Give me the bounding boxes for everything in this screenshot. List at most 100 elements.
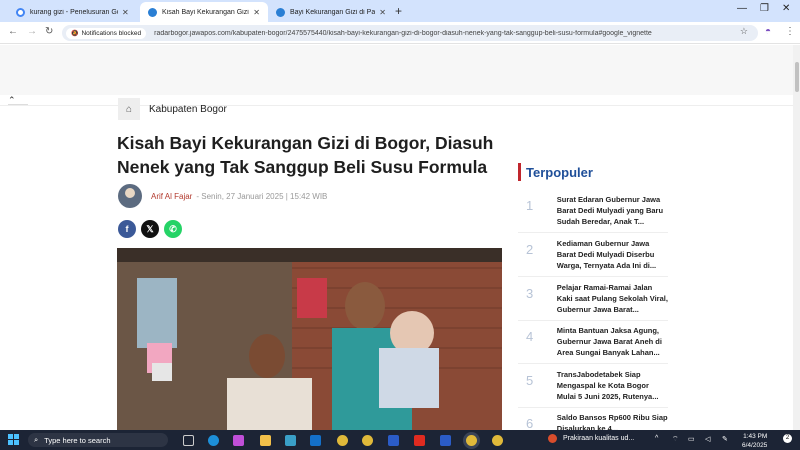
breadcrumb: ⌂ Kabupaten Bogor	[118, 98, 227, 120]
tab-article-active[interactable]: Kisah Bayi Kekurangan Gizi di B ✕	[140, 2, 268, 22]
weather-icon	[548, 434, 557, 443]
popular-headline[interactable]: Minta Bantuan Jaksa Agung, Gubernur Jawa…	[557, 325, 668, 358]
popular-headline[interactable]: TransJabodetabek Siap Mengaspal ke Kota …	[557, 369, 668, 402]
youtube-icon[interactable]	[414, 435, 425, 446]
divider	[518, 276, 668, 277]
tab-google-search[interactable]: kurang gizi - Penelusuran Goog ✕	[8, 2, 140, 22]
new-tab-button[interactable]: +	[395, 4, 402, 18]
whatsapp-share-icon[interactable]: ✆	[164, 220, 182, 238]
windows-start-icon[interactable]	[8, 434, 20, 446]
taskbar-search-input[interactable]: ⌕ Type here to search	[28, 433, 168, 447]
tab-label: Bayi Kekurangan Gizi di Parung	[290, 8, 376, 16]
chrome-active-icon[interactable]	[466, 435, 477, 446]
tab-label: Kisah Bayi Kekurangan Gizi di B	[162, 8, 249, 16]
close-icon[interactable]: ✕	[122, 8, 129, 17]
edge-icon[interactable]	[208, 435, 219, 446]
heading-accent	[518, 163, 521, 181]
popular-rank: 5	[526, 373, 534, 388]
close-icon[interactable]: ✕	[253, 8, 260, 17]
divider	[518, 363, 668, 364]
popular-item[interactable]: 3 Pelajar Ramai-Ramai Jalan Kaki saat Pu…	[518, 282, 668, 315]
reload-button[interactable]: ↻	[45, 26, 53, 37]
popular-item[interactable]: 1 Surat Edaran Gubernur Jawa Barat Dedi …	[518, 194, 668, 227]
copilot-icon[interactable]	[233, 435, 244, 446]
close-icon[interactable]: ✕	[379, 8, 386, 17]
divider	[518, 320, 668, 321]
clock-date: 6/4/2025	[742, 442, 768, 449]
outlook-icon[interactable]	[310, 435, 321, 446]
popular-headline[interactable]: Pelajar Ramai-Ramai Jalan Kaki saat Pula…	[557, 282, 668, 315]
popular-heading: Terpopuler	[518, 163, 593, 181]
maximize-button[interactable]: ❐	[760, 3, 769, 14]
divider	[518, 407, 668, 408]
address-bar[interactable]: 🔕 Notifications blocked radarbogor.jawap…	[62, 25, 758, 41]
menu-icon[interactable]: ⋮	[785, 26, 795, 37]
popular-item[interactable]: 4 Minta Bantuan Jaksa Agung, Gubernur Ja…	[518, 325, 668, 358]
weather-widget[interactable]: Prakiraan kualitas ud...	[548, 434, 634, 443]
popular-headline[interactable]: Surat Edaran Gubernur Jawa Barat Dedi Mu…	[557, 194, 668, 227]
popular-rank: 6	[526, 416, 534, 430]
site-icon	[148, 7, 157, 17]
zoom-icon[interactable]	[388, 435, 399, 446]
clock-time: 1:43 PM	[743, 433, 768, 440]
profile-icon[interactable]: ◓	[765, 26, 771, 37]
popular-rank: 1	[526, 198, 534, 213]
notifications-blocked-chip[interactable]: 🔕 Notifications blocked	[66, 27, 147, 39]
search-icon: ⌕	[34, 435, 39, 444]
collapse-ad-button[interactable]: ⌃	[8, 95, 28, 105]
minimize-button[interactable]: —	[737, 3, 747, 14]
wifi-icon[interactable]: ⌔	[672, 435, 679, 444]
author-name[interactable]: Arif Al Fajar	[151, 192, 192, 201]
popular-item[interactable]: 2 Kediaman Gubernur Jawa Barat Dedi Muly…	[518, 238, 668, 271]
x-share-icon[interactable]: 𝕏	[141, 220, 159, 238]
popular-title: Terpopuler	[526, 164, 593, 180]
bookmark-star-icon[interactable]: ☆	[740, 26, 748, 37]
tray-chevron-icon[interactable]: ^	[655, 435, 658, 442]
publish-date: - Senin, 27 Januari 2025 | 15:42 WIB	[196, 191, 328, 201]
browser-toolbar: ← → ↻ 🔕 Notifications blocked radarbogor…	[0, 22, 800, 44]
clock[interactable]: 1:43 PM 6/4/2025	[742, 432, 767, 450]
popular-headline[interactable]: Saldo Bansos Rp600 Ribu Siap Disalurkan …	[557, 412, 668, 430]
article-photo	[117, 248, 502, 430]
close-window-button[interactable]: ✕	[782, 3, 790, 14]
popular-item[interactable]: 6 Saldo Bansos Rp600 Ribu Siap Disalurka…	[518, 412, 668, 430]
bell-off-icon: 🔕	[71, 30, 79, 37]
tab-strip: kurang gizi - Penelusuran Goog ✕ Kisah B…	[0, 0, 800, 22]
tab-label: kurang gizi - Penelusuran Goog	[30, 8, 118, 16]
tab-article-2[interactable]: Bayi Kekurangan Gizi di Parung ✕	[268, 2, 394, 22]
chrome-profile-icon[interactable]	[362, 435, 373, 446]
article-title: Kisah Bayi Kekurangan Gizi di Bogor, Dia…	[117, 133, 494, 177]
ad-banner	[0, 45, 793, 95]
forward-button[interactable]: →	[27, 26, 37, 37]
site-icon	[276, 7, 285, 17]
url-text[interactable]: radarbogor.jawapos.com/kabupaten-bogor/2…	[154, 30, 724, 37]
popular-item[interactable]: 5 TransJabodetabek Siap Mengaspal ke Kot…	[518, 369, 668, 402]
byline: Arif Al Fajar - Senin, 27 Januari 2025 |…	[118, 184, 327, 208]
popular-headline[interactable]: Kediaman Gubernur Jawa Barat Dedi Mulyad…	[557, 238, 668, 271]
popular-rank: 4	[526, 329, 534, 344]
volume-icon[interactable]: ◁	[705, 435, 710, 443]
word-icon[interactable]	[440, 435, 451, 446]
back-button[interactable]: ←	[8, 26, 18, 37]
search-placeholder: Type here to search	[44, 435, 111, 445]
store-icon[interactable]	[285, 435, 296, 446]
pen-icon[interactable]: ✎	[722, 435, 728, 443]
scrollbar[interactable]	[793, 45, 800, 430]
chrome-window-icon[interactable]	[492, 435, 503, 446]
author-avatar	[118, 184, 142, 208]
facebook-share-icon[interactable]: f	[118, 220, 136, 238]
home-icon[interactable]: ⌂	[118, 98, 140, 120]
google-icon	[16, 7, 25, 17]
scrollbar-thumb[interactable]	[795, 62, 799, 92]
chrome-icon[interactable]	[337, 435, 348, 446]
task-view-icon[interactable]	[183, 435, 194, 446]
photo-illustration	[117, 248, 502, 430]
windows-taskbar: ⌕ Type here to search Prakiraan kualitas…	[0, 430, 800, 450]
battery-icon[interactable]: ▭	[688, 435, 695, 443]
popular-rank: 3	[526, 286, 534, 301]
divider	[518, 232, 668, 233]
notification-badge[interactable]: 2	[783, 434, 792, 443]
weather-text: Prakiraan kualitas ud...	[563, 435, 635, 442]
file-explorer-icon[interactable]	[260, 435, 271, 446]
breadcrumb-category[interactable]: Kabupaten Bogor	[149, 104, 227, 115]
